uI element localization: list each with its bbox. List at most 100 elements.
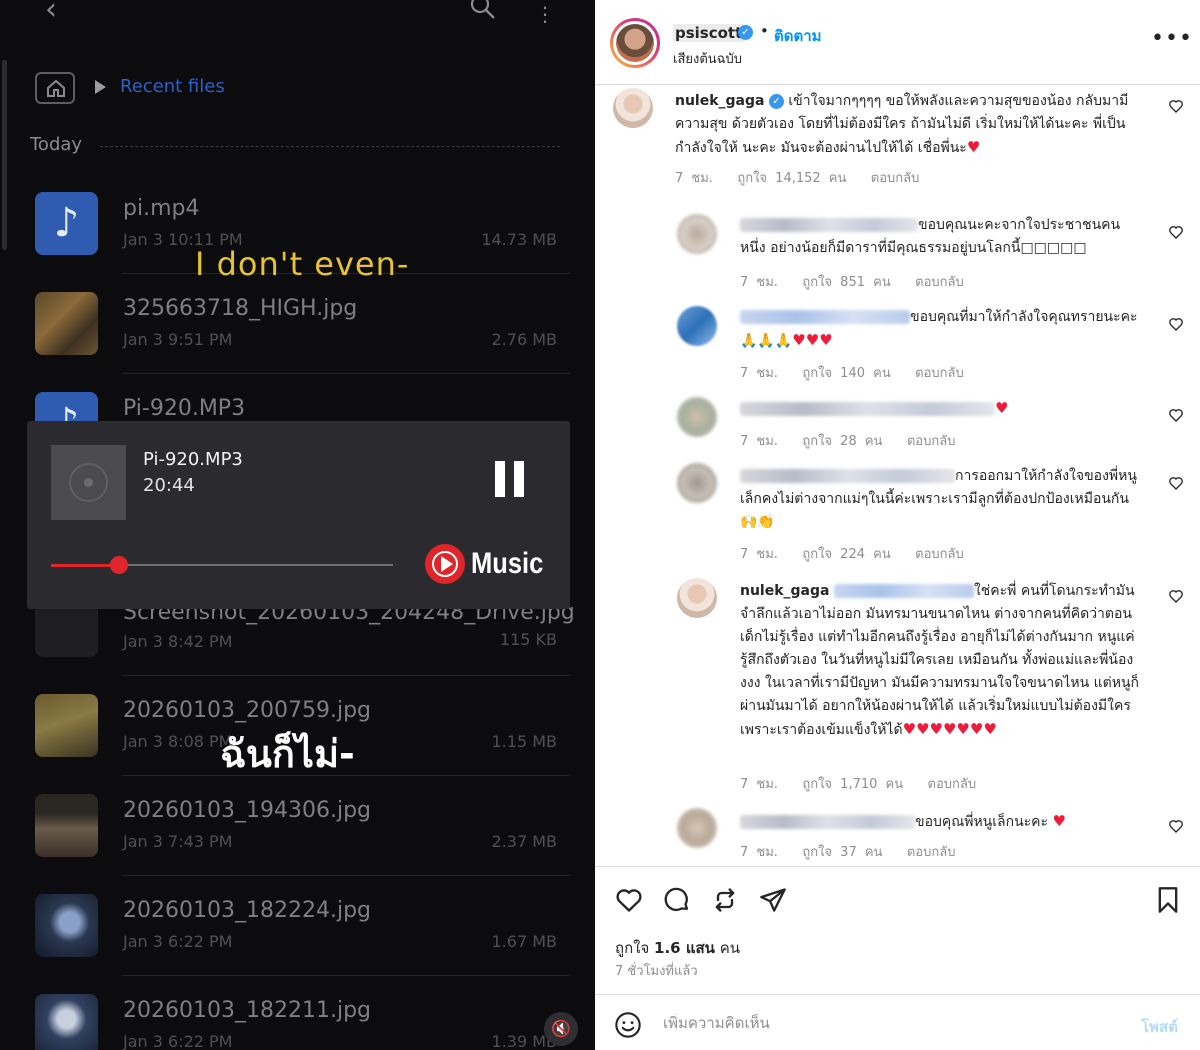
breadcrumb[interactable]: Recent files	[120, 76, 225, 97]
send-icon[interactable]	[759, 886, 787, 914]
more-vertical-icon[interactable]: ⋮	[535, 2, 555, 26]
comment-meta: 7 ชม. ถูกใจ 140 คน ตอบกลับ	[740, 362, 964, 383]
file-date: Jan 3 6:22 PM	[123, 1032, 233, 1050]
file-name: 20260103_182211.jpg	[123, 998, 371, 1023]
comment-text: ขอบคุณที่มาให้กำลังใจคุณทรายนะคะ🙏🙏🙏♥♥♥	[740, 306, 1145, 353]
avatar[interactable]	[677, 306, 717, 346]
file-name: pi.mp4	[123, 196, 200, 221]
comment-likes[interactable]: ถูกใจ 140 คน	[802, 366, 890, 381]
file-row[interactable]: 325663718_HIGH.jpg Jan 3 9:51 PM 2.76 MB	[30, 292, 570, 392]
comment-time: 7 ชม.	[675, 171, 713, 186]
bookmark-icon[interactable]	[1156, 886, 1180, 914]
more-horizontal-icon[interactable]: •••	[1151, 28, 1193, 50]
comment-username[interactable]: nulek_gaga	[740, 583, 829, 599]
comment-time: 7 ชม.	[740, 547, 778, 562]
file-size: 2.76 MB	[491, 330, 558, 349]
comment-body: ใช่คะพี่ คนที่โดนกระทำมันจำลึกแล้วเอาไม่…	[740, 583, 1140, 738]
comment-meta: 7 ชม. ถูกใจ 28 คน ตอบกลับ	[740, 430, 955, 451]
reply-button[interactable]: ตอบกลับ	[907, 845, 956, 860]
back-arrow-icon[interactable]: ‹	[45, 0, 57, 25]
instagram-post-pane: psiscott ✓ • ติดตาม เสียงต้นฉบับ ••• nul…	[595, 0, 1200, 1050]
comment-time: 7 ชม.	[740, 434, 778, 449]
file-date: Jan 3 7:43 PM	[123, 832, 233, 851]
youtube-music-icon	[425, 544, 465, 584]
header-divider	[595, 84, 1200, 85]
file-manager-pane: ‹ ⋮ Recent files Today ♪ pi.mp4 Jan 3 10…	[0, 0, 595, 1050]
mini-player[interactable]: Pi-920.MP3 20:44 Music	[27, 421, 570, 609]
comment-likes[interactable]: ถูกใจ 1,710 คน	[802, 777, 903, 792]
reply-button[interactable]: ตอบกลับ	[915, 547, 964, 562]
heart-icon[interactable]	[1168, 407, 1184, 423]
heart-icon[interactable]	[1168, 818, 1184, 834]
likes-suffix: คน	[714, 939, 740, 957]
comment-meta: 7 ชม. ถูกใจ 851 คน ตอบกลับ	[740, 271, 964, 292]
heart-emoji: ♥	[1052, 812, 1066, 830]
avatar[interactable]	[610, 18, 660, 68]
comment-likes[interactable]: ถูกใจ 851 คน	[802, 275, 890, 290]
follow-button[interactable]: ติดตาม	[774, 24, 822, 48]
search-icon[interactable]	[470, 0, 496, 20]
avatar-image	[616, 24, 654, 62]
scrollbar[interactable]	[2, 60, 7, 250]
like-count[interactable]: ถูกใจ 1.6 แสน คน	[615, 936, 740, 960]
avatar[interactable]	[677, 397, 717, 437]
audio-label[interactable]: เสียงต้นฉบับ	[673, 48, 742, 69]
repost-icon[interactable]	[711, 886, 739, 914]
file-row[interactable]: Screenshot_20260103_204248_Drive.jpg Jan…	[30, 594, 575, 694]
likes-prefix: ถูกใจ	[615, 939, 655, 957]
avatar[interactable]	[677, 463, 717, 503]
avatar[interactable]	[613, 88, 653, 128]
section-header: Today	[30, 134, 83, 155]
username-redacted	[740, 310, 910, 324]
comment-likes[interactable]: ถูกใจ 37 คน	[802, 845, 882, 860]
comment-likes[interactable]: ถูกใจ 28 คน	[802, 434, 882, 449]
disc-center	[84, 478, 93, 487]
username-redacted	[740, 469, 955, 483]
comment-text: ขอบคุณพี่หนูเล็กนะคะ ♥	[740, 810, 1145, 834]
reply-button[interactable]: ตอบกลับ	[907, 434, 956, 449]
heart-icon[interactable]	[1168, 475, 1184, 491]
comment-icon[interactable]	[663, 886, 691, 914]
file-name: 20260103_182224.jpg	[123, 898, 371, 923]
seek-bar[interactable]	[51, 556, 393, 574]
seek-handle[interactable]	[110, 556, 129, 574]
username-redacted	[740, 402, 995, 416]
comment-meta: 7 ชม. ถูกใจ 14,152 คน ตอบกลับ	[675, 167, 919, 188]
input-divider	[595, 994, 1200, 995]
file-name: 20260103_200759.jpg	[123, 698, 371, 723]
file-row[interactable]: 20260103_182211.jpg Jan 3 6:22 PM 1.39 M…	[30, 994, 570, 1050]
file-size: 2.37 MB	[491, 832, 558, 851]
heart-icon[interactable]	[1168, 588, 1184, 604]
reply-button[interactable]: ตอบกลับ	[871, 171, 920, 186]
comment-meta: 7 ชม. ถูกใจ 1,710 คน ตอบกลับ	[740, 773, 976, 794]
comment-likes[interactable]: ถูกใจ 224 คน	[802, 547, 890, 562]
post-username[interactable]: psiscott	[673, 24, 745, 42]
emoji-icon[interactable]	[614, 1011, 642, 1039]
avatar[interactable]	[677, 214, 717, 254]
comment-text: การออกมาให้กำลังใจของพี่หนูเล็กคงไม่ต่าง…	[740, 465, 1145, 534]
comment-input[interactable]	[663, 1014, 1123, 1032]
heart-icon[interactable]	[615, 886, 643, 914]
avatar[interactable]	[677, 578, 717, 618]
mute-icon[interactable]: 🔇	[544, 1012, 578, 1046]
reply-button[interactable]: ตอบกลับ	[915, 275, 964, 290]
file-size: 1.67 MB	[491, 932, 558, 951]
comment-text: nulek_gaga ใช่คะพี่ คนที่โดนกระทำมันจำลึ…	[740, 580, 1150, 742]
row-divider	[122, 875, 570, 876]
reply-button[interactable]: ตอบกลับ	[928, 777, 977, 792]
reply-button[interactable]: ตอบกลับ	[915, 366, 964, 381]
comment-username[interactable]: nulek_gaga	[675, 93, 764, 109]
avatar[interactable]	[677, 808, 717, 848]
home-icon[interactable]	[35, 72, 75, 104]
comment-likes[interactable]: ถูกใจ 14,152 คน	[737, 171, 846, 186]
image-thumbnail	[35, 994, 98, 1050]
pause-button[interactable]	[495, 461, 527, 497]
file-name: Pi-920.MP3	[123, 396, 246, 421]
heart-icon[interactable]	[1168, 316, 1184, 332]
heart-icon[interactable]	[1168, 98, 1184, 114]
subtitle-thai: ฉันก็ไม่-	[220, 732, 355, 776]
post-comment-button[interactable]: โพสต์	[1141, 1015, 1178, 1039]
heart-icon[interactable]	[1168, 224, 1184, 240]
file-row[interactable]: 20260103_182224.jpg Jan 3 6:22 PM 1.67 M…	[30, 894, 570, 994]
file-row[interactable]: 20260103_194306.jpg Jan 3 7:43 PM 2.37 M…	[30, 794, 570, 894]
